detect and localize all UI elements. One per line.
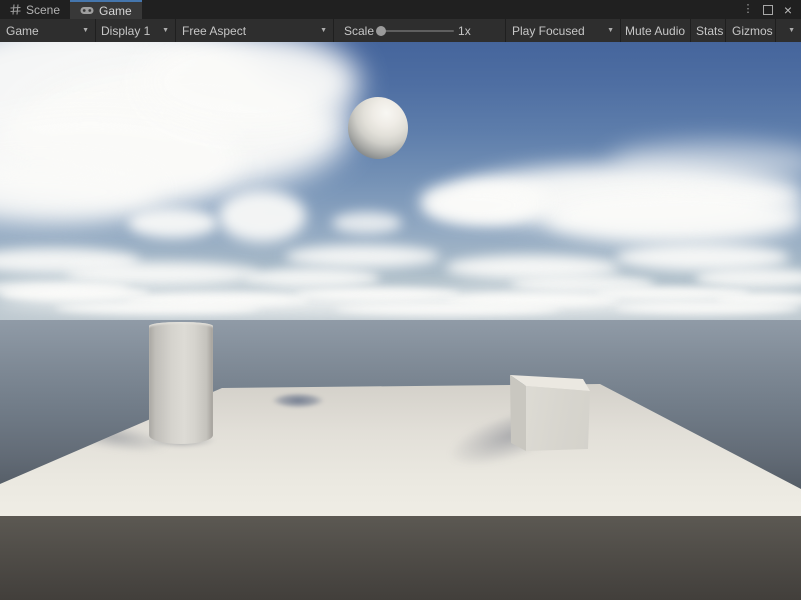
game-view-toolbar: Game ▼ Display 1 ▼ Free Aspect ▼ Scale 1… xyxy=(0,19,801,42)
tab-scene-label: Scene xyxy=(26,3,60,17)
sphere xyxy=(348,97,408,159)
chevron-down-icon: ▼ xyxy=(314,27,327,34)
cloud xyxy=(55,302,260,314)
tabbar-spacer xyxy=(142,0,740,19)
window-menu-button[interactable]: ⋮ xyxy=(740,2,756,18)
stats-button[interactable]: Stats xyxy=(691,19,726,42)
play-focused-dropdown[interactable]: Play Focused ▼ xyxy=(506,19,621,42)
game-view-menu-label: Game xyxy=(6,24,39,38)
sky xyxy=(0,42,801,320)
cloud xyxy=(545,192,801,244)
display-dropdown[interactable]: Display 1 ▼ xyxy=(96,19,176,42)
close-icon: × xyxy=(784,3,792,17)
aspect-ratio-dropdown[interactable]: Free Aspect ▼ xyxy=(176,19,334,42)
cloud xyxy=(285,245,440,268)
scale-slider[interactable] xyxy=(378,26,454,36)
play-focused-label: Play Focused xyxy=(512,24,585,38)
tab-game[interactable]: Game xyxy=(70,0,142,19)
aspect-ratio-label: Free Aspect xyxy=(182,24,246,38)
cloud xyxy=(425,187,530,223)
cylinder xyxy=(149,322,213,444)
game-viewport[interactable] xyxy=(0,42,801,600)
cloud xyxy=(128,208,218,238)
window-controls: ⋮ × xyxy=(740,0,801,19)
gizmos-button[interactable]: Gizmos ▼ xyxy=(726,19,801,42)
maximize-icon xyxy=(763,5,773,15)
cloud xyxy=(332,212,402,234)
maximize-button[interactable] xyxy=(760,2,776,18)
cloud xyxy=(695,268,801,288)
cloud xyxy=(295,288,460,301)
chevron-down-icon: ▼ xyxy=(76,27,89,34)
chevron-down-icon: ▼ xyxy=(156,27,169,34)
game-view-menu-dropdown[interactable]: Game ▼ xyxy=(0,19,96,42)
gizmos-divider xyxy=(775,19,776,42)
tab-game-label: Game xyxy=(99,4,132,18)
sphere-shadow xyxy=(272,393,324,408)
cube xyxy=(505,372,600,457)
tab-bar: Scene Game ⋮ × xyxy=(0,0,801,19)
close-button[interactable]: × xyxy=(780,2,796,18)
chevron-down-icon[interactable]: ▼ xyxy=(782,27,795,34)
stats-label: Stats xyxy=(696,24,723,38)
unity-game-view-window: Scene Game ⋮ × Game ▼ Display 1 xyxy=(0,0,801,600)
mute-audio-label: Mute Audio xyxy=(625,24,685,38)
cloud xyxy=(615,244,790,271)
gamepad-icon xyxy=(80,6,94,15)
cloud xyxy=(245,268,380,288)
cloud xyxy=(335,303,560,315)
scale-slider-track xyxy=(378,30,454,32)
tab-scene[interactable]: Scene xyxy=(0,0,70,19)
scale-value: 1x xyxy=(458,24,471,38)
grid-icon xyxy=(10,4,21,15)
cloud xyxy=(615,302,800,314)
below-platform-ground xyxy=(0,515,801,600)
scale-label: Scale xyxy=(344,24,374,38)
scale-slider-knob[interactable] xyxy=(376,26,386,36)
display-dropdown-label: Display 1 xyxy=(101,24,150,38)
chevron-down-icon: ▼ xyxy=(601,27,614,34)
gizmos-label: Gizmos xyxy=(732,24,773,38)
cloud xyxy=(218,190,306,242)
kebab-icon: ⋮ xyxy=(743,4,754,15)
scale-section: Scale 1x xyxy=(334,19,506,42)
mute-audio-button[interactable]: Mute Audio xyxy=(621,19,691,42)
